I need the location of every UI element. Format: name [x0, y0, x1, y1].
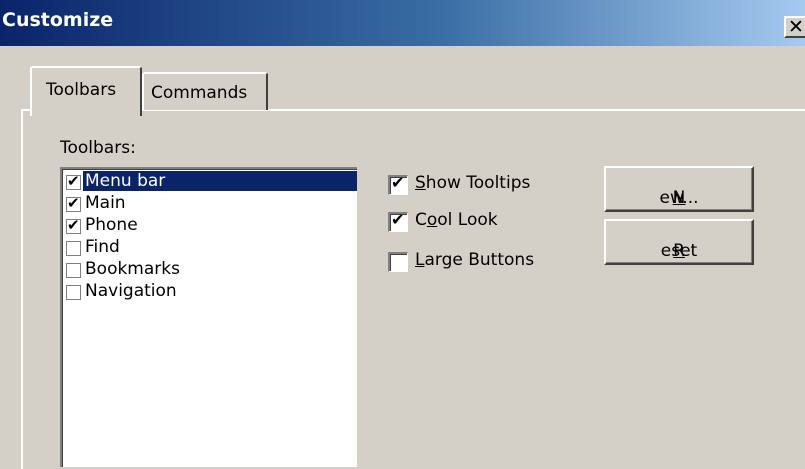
cool-look-box[interactable] [388, 210, 408, 232]
cool-look-label: Cool Look [415, 210, 498, 230]
show-tooltips-label: Show Tooltips [415, 173, 531, 193]
tab-toolbars-label: Toolbars [46, 80, 117, 100]
title-bar[interactable]: Customize ✕ [0, 0, 805, 46]
list-item-phone[interactable]: Phone [64, 215, 355, 236]
checkbox-find[interactable] [66, 241, 81, 256]
list-item-menu-bar[interactable]: Menu bar [64, 171, 357, 192]
list-item-label: Menu bar [83, 171, 357, 191]
large-buttons-label: Large Buttons [415, 250, 535, 270]
checkbox-navigation[interactable] [66, 285, 81, 300]
list-item-bookmarks[interactable]: Bookmarks [64, 259, 355, 280]
new-button[interactable]: New... [604, 166, 754, 212]
list-item-navigation[interactable]: Navigation [64, 281, 355, 302]
list-item-find[interactable]: Find [64, 237, 355, 258]
show-tooltips-box[interactable] [388, 173, 408, 195]
reset-button[interactable]: Reset [604, 219, 754, 265]
toolbars-listbox[interactable]: Menu bar Main Phone Find Bookmarks Navig… [60, 167, 357, 467]
tab-toolbars[interactable]: Toolbars [30, 66, 142, 116]
list-item-label: Phone [85, 215, 138, 235]
list-item-label: Find [85, 237, 120, 257]
close-icon: ✕ [788, 16, 804, 38]
checkbox-phone[interactable] [66, 216, 81, 234]
tab-commands[interactable]: Commands [142, 72, 268, 110]
toolbars-list-label: Toolbars: [60, 138, 136, 158]
list-item-label: Bookmarks [85, 259, 180, 279]
checkbox-menu-bar[interactable] [66, 172, 81, 190]
window-title: Customize [2, 9, 114, 31]
list-item-label: Main [85, 193, 126, 213]
tab-commands-label: Commands [151, 83, 248, 103]
close-button[interactable]: ✕ [784, 16, 805, 38]
list-item-label: Navigation [85, 281, 177, 301]
list-item-main[interactable]: Main [64, 193, 355, 214]
large-buttons-box[interactable] [388, 252, 408, 272]
checkbox-main[interactable] [66, 194, 81, 212]
checkbox-bookmarks[interactable] [66, 263, 81, 278]
